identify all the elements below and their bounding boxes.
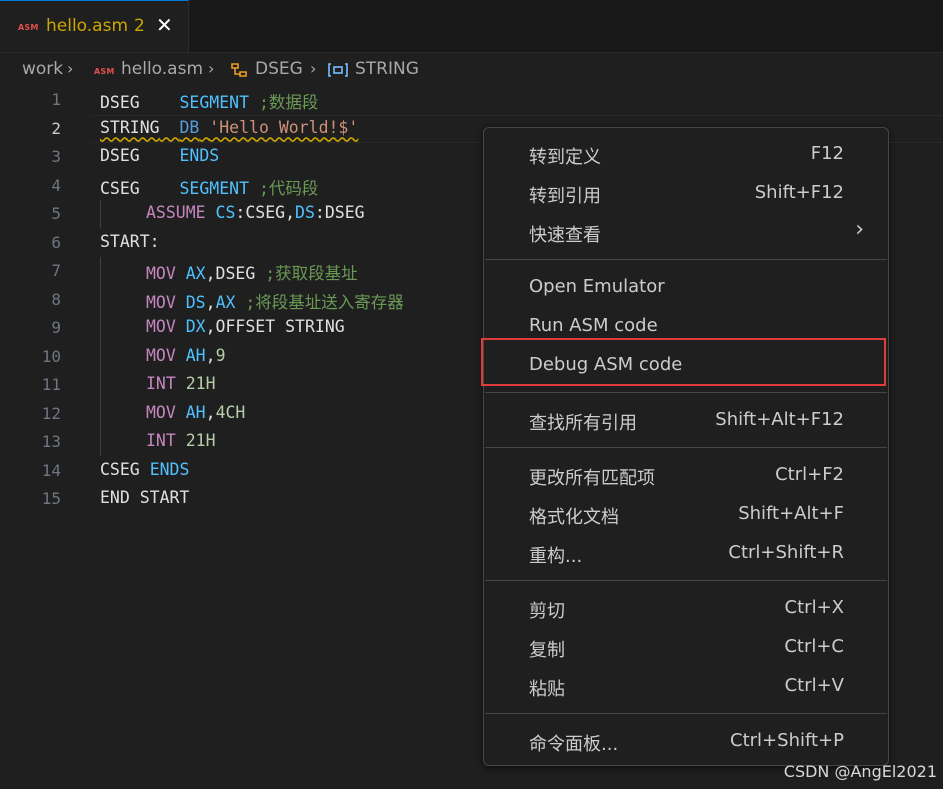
chevron-right-icon: › [208,59,215,78]
symbol-namespace-icon [231,63,247,77]
menu-item-refactor[interactable]: 重构... Ctrl+Shift+R [484,534,888,573]
breadcrumb-symbol[interactable]: STRING [355,59,419,79]
menu-separator [485,713,887,714]
menu-item-go-to-references[interactable]: 转到引用 Shift+F12 [484,174,888,213]
annotation-highlight-box [481,338,886,386]
code-line[interactable]: 1 DSEG SEGMENT ;数据段 [0,86,943,114]
menu-item-cut[interactable]: 剪切 Ctrl+X [484,589,888,628]
tab-hello-asm[interactable]: ASM hello.asm 2 ✕ [0,0,189,52]
problem-count-badge: 2 [134,16,145,36]
menu-separator [485,392,887,393]
menu-item-format-document[interactable]: 格式化文档 Shift+Alt+F [484,495,888,534]
breadcrumb-segment[interactable]: DSEG [255,59,303,79]
menu-item-peek[interactable]: 快速查看 › [484,213,888,252]
menu-separator [485,259,887,260]
chevron-right-icon: › [310,59,317,78]
menu-separator [485,580,887,581]
menu-item-command-palette[interactable]: 命令面板... Ctrl+Shift+P [484,722,888,761]
breadcrumb-file[interactable]: hello.asm [121,59,203,79]
tab-bar: ASM hello.asm 2 ✕ [0,0,943,53]
watermark: CSDN @AngEl2021 [783,762,937,781]
breadcrumb: work › ASM hello.asm › DSEG › STRING [0,56,943,84]
menu-item-open-emulator[interactable]: Open Emulator [484,268,888,307]
breadcrumb-folder[interactable]: work [22,59,63,79]
menu-item-change-all-occurrences[interactable]: 更改所有匹配项 Ctrl+F2 [484,456,888,495]
menu-item-paste[interactable]: 粘贴 Ctrl+V [484,667,888,706]
asm-file-icon: ASM [94,67,115,76]
menu-separator [485,447,887,448]
menu-item-find-all-references[interactable]: 查找所有引用 Shift+Alt+F12 [484,401,888,440]
chevron-right-icon: › [855,217,864,242]
close-icon[interactable]: ✕ [156,13,173,37]
menu-item-copy[interactable]: 复制 Ctrl+C [484,628,888,667]
asm-file-icon: ASM [18,23,39,32]
symbol-variable-icon [328,63,348,77]
menu-item-go-to-definition[interactable]: 转到定义 F12 [484,135,888,174]
chevron-right-icon: › [67,59,74,78]
tab-title: hello.asm [46,16,129,36]
context-menu: 转到定义 F12 转到引用 Shift+F12 快速查看 › Open Emul… [483,127,889,766]
